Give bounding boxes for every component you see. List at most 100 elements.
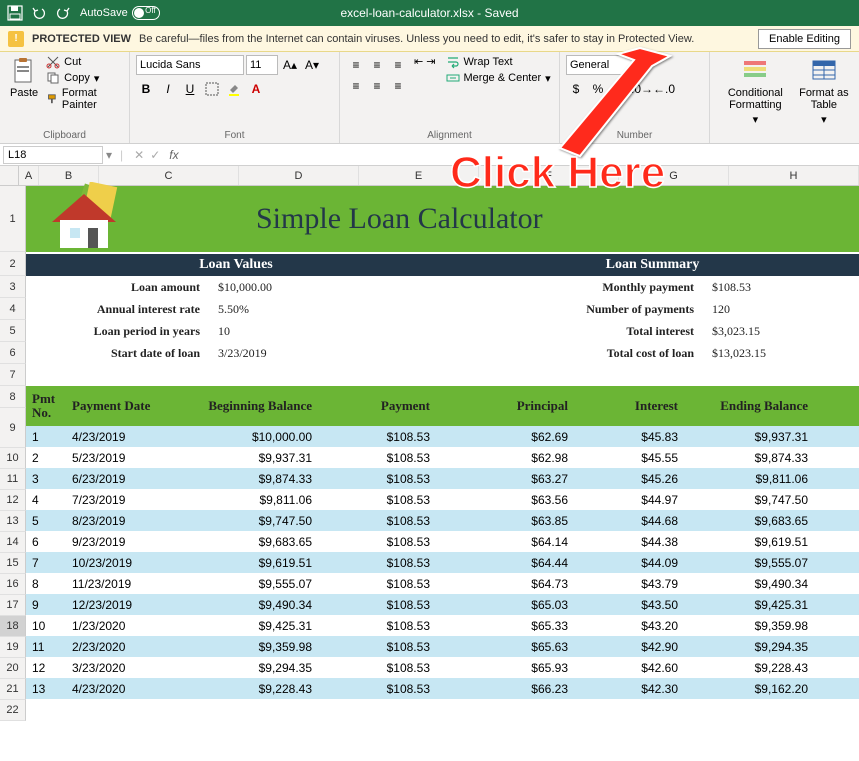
alignment-grid[interactable]: ≡≡≡ ≡≡≡: [346, 55, 408, 96]
title-bar: AutoSave Off excel-loan-calculator.xlsx …: [0, 0, 859, 26]
schedule-row[interactable]: 101/23/2020$9,425.31$108.53$65.33$43.20$…: [26, 615, 859, 636]
fill-color-button[interactable]: [224, 79, 244, 99]
font-size-input[interactable]: [246, 55, 278, 75]
italic-button[interactable]: I: [158, 79, 178, 99]
row-header[interactable]: 10: [0, 448, 26, 469]
column-header[interactable]: G: [619, 166, 729, 185]
column-header[interactable]: D: [239, 166, 359, 185]
banner-title: Simple Loan Calculator: [256, 202, 543, 236]
schedule-row[interactable]: 134/23/2020$9,228.43$108.53$66.23$42.30$…: [26, 678, 859, 699]
clipboard-group-label: Clipboard: [6, 128, 123, 141]
cut-button[interactable]: Cut: [46, 55, 123, 69]
row-header[interactable]: 18: [0, 616, 26, 637]
copy-button[interactable]: Copy ▾: [46, 71, 123, 85]
loan-values-row: Loan period in years10: [26, 320, 446, 342]
redo-icon[interactable]: [54, 4, 72, 22]
enter-formula-icon[interactable]: ✓: [147, 148, 163, 162]
decrease-decimal-button[interactable]: ←.0: [654, 79, 674, 99]
merge-center-button[interactable]: Merge & Center ▾: [446, 71, 551, 85]
conditional-formatting-button[interactable]: Conditional Formatting ▾: [716, 55, 795, 128]
decrease-font-icon[interactable]: A▾: [302, 55, 322, 75]
row-header[interactable]: 14: [0, 532, 26, 553]
wrap-text-button[interactable]: Wrap Text: [446, 55, 551, 69]
alignment-group-label: Alignment: [346, 128, 553, 141]
border-button[interactable]: [202, 79, 222, 99]
row-header[interactable]: 12: [0, 490, 26, 511]
select-all-corner[interactable]: [0, 166, 19, 185]
currency-button[interactable]: $: [566, 79, 586, 99]
column-header[interactable]: F: [479, 166, 619, 185]
schedule-row[interactable]: 58/23/2019$9,747.50$108.53$63.85$44.68$9…: [26, 510, 859, 531]
row-header[interactable]: 2: [0, 252, 26, 276]
increase-font-icon[interactable]: A▴: [280, 55, 300, 75]
schedule-row[interactable]: 14/23/2019$10,000.00$108.53$62.69$45.83$…: [26, 426, 859, 447]
row-header[interactable]: 5: [0, 320, 26, 342]
formula-bar: ▾ | ✕ ✓ fx: [0, 144, 859, 166]
schedule-row[interactable]: 811/23/2019$9,555.07$108.53$64.73$43.79$…: [26, 573, 859, 594]
row-header[interactable]: 22: [0, 700, 26, 721]
loan-summary-row: Monthly payment$108.53: [446, 276, 859, 298]
increase-decimal-button[interactable]: .0→: [632, 79, 652, 99]
ribbon: Paste Cut Copy ▾ Format Painter Clipboar…: [0, 52, 859, 144]
comma-button[interactable]: ,: [610, 79, 630, 99]
window-title: excel-loan-calculator.xlsx - Saved: [340, 6, 518, 20]
shield-icon: !: [8, 31, 24, 47]
number-format-input[interactable]: [566, 55, 642, 75]
loan-values-head: Loan Values: [26, 254, 446, 276]
schedule-row[interactable]: 25/23/2019$9,937.31$108.53$62.98$45.55$9…: [26, 447, 859, 468]
enable-editing-button[interactable]: Enable Editing: [758, 29, 851, 49]
schedule-row[interactable]: 112/23/2020$9,359.98$108.53$65.63$42.90$…: [26, 636, 859, 657]
namebox-dropdown-icon[interactable]: ▾: [106, 148, 112, 162]
fx-icon[interactable]: fx: [163, 148, 184, 162]
cancel-formula-icon[interactable]: ✕: [131, 148, 147, 162]
bold-button[interactable]: B: [136, 79, 156, 99]
percent-button[interactable]: %: [588, 79, 608, 99]
protected-view-title: PROTECTED VIEW: [32, 33, 131, 45]
row-header[interactable]: 19: [0, 637, 26, 658]
schedule-row[interactable]: 69/23/2019$9,683.65$108.53$64.14$44.38$9…: [26, 531, 859, 552]
loan-values-row: Loan amount$10,000.00: [26, 276, 446, 298]
schedule-row[interactable]: 912/23/2019$9,490.34$108.53$65.03$43.50$…: [26, 594, 859, 615]
worksheet[interactable]: Simple Loan Calculator Loan Values Loan …: [26, 186, 859, 721]
row-header[interactable]: 3: [0, 276, 26, 298]
schedule-row[interactable]: 710/23/2019$9,619.51$108.53$64.44$44.09$…: [26, 552, 859, 573]
column-header[interactable]: A: [19, 166, 39, 185]
row-header[interactable]: 15: [0, 553, 26, 574]
row-header[interactable]: 9: [0, 408, 26, 448]
format-painter-button[interactable]: Format Painter: [46, 87, 123, 111]
house-icon: [44, 182, 134, 252]
autosave-label: AutoSave: [80, 7, 128, 19]
undo-icon[interactable]: [30, 4, 48, 22]
column-header[interactable]: E: [359, 166, 479, 185]
row-header[interactable]: 6: [0, 342, 26, 364]
schedule-row[interactable]: 36/23/2019$9,874.33$108.53$63.27$45.26$9…: [26, 468, 859, 489]
autosave-toggle[interactable]: AutoSave Off: [80, 6, 160, 20]
save-icon[interactable]: [6, 4, 24, 22]
loan-summary-row: Total cost of loan$13,023.15: [446, 342, 859, 364]
format-as-table-button[interactable]: Format as Table ▾: [795, 55, 853, 128]
row-header[interactable]: 7: [0, 364, 26, 386]
schedule-row[interactable]: 47/23/2019$9,811.06$108.53$63.56$44.97$9…: [26, 489, 859, 510]
row-header[interactable]: 1: [0, 186, 26, 252]
row-header[interactable]: 21: [0, 679, 26, 700]
name-box[interactable]: [3, 146, 103, 164]
row-header[interactable]: 11: [0, 469, 26, 490]
styles-group-label: [716, 139, 853, 141]
row-header[interactable]: 17: [0, 595, 26, 616]
underline-button[interactable]: U: [180, 79, 200, 99]
row-header[interactable]: 4: [0, 298, 26, 320]
loan-summary-row: Number of payments120: [446, 298, 859, 320]
indent-buttons[interactable]: ⇤ ⇥: [414, 55, 436, 68]
column-header[interactable]: H: [729, 166, 859, 185]
paste-button[interactable]: Paste: [6, 55, 42, 101]
row-header[interactable]: 8: [0, 386, 26, 408]
font-name-input[interactable]: [136, 55, 244, 75]
protected-view-message: Be careful—files from the Internet can c…: [139, 33, 750, 45]
row-headers: 12345678910111213141516171819202122: [0, 186, 26, 721]
schedule-row[interactable]: 123/23/2020$9,294.35$108.53$65.93$42.60$…: [26, 657, 859, 678]
row-header[interactable]: 13: [0, 511, 26, 532]
font-color-button[interactable]: A: [246, 79, 266, 99]
row-header[interactable]: 20: [0, 658, 26, 679]
protected-view-bar: ! PROTECTED VIEW Be careful—files from t…: [0, 26, 859, 52]
row-header[interactable]: 16: [0, 574, 26, 595]
